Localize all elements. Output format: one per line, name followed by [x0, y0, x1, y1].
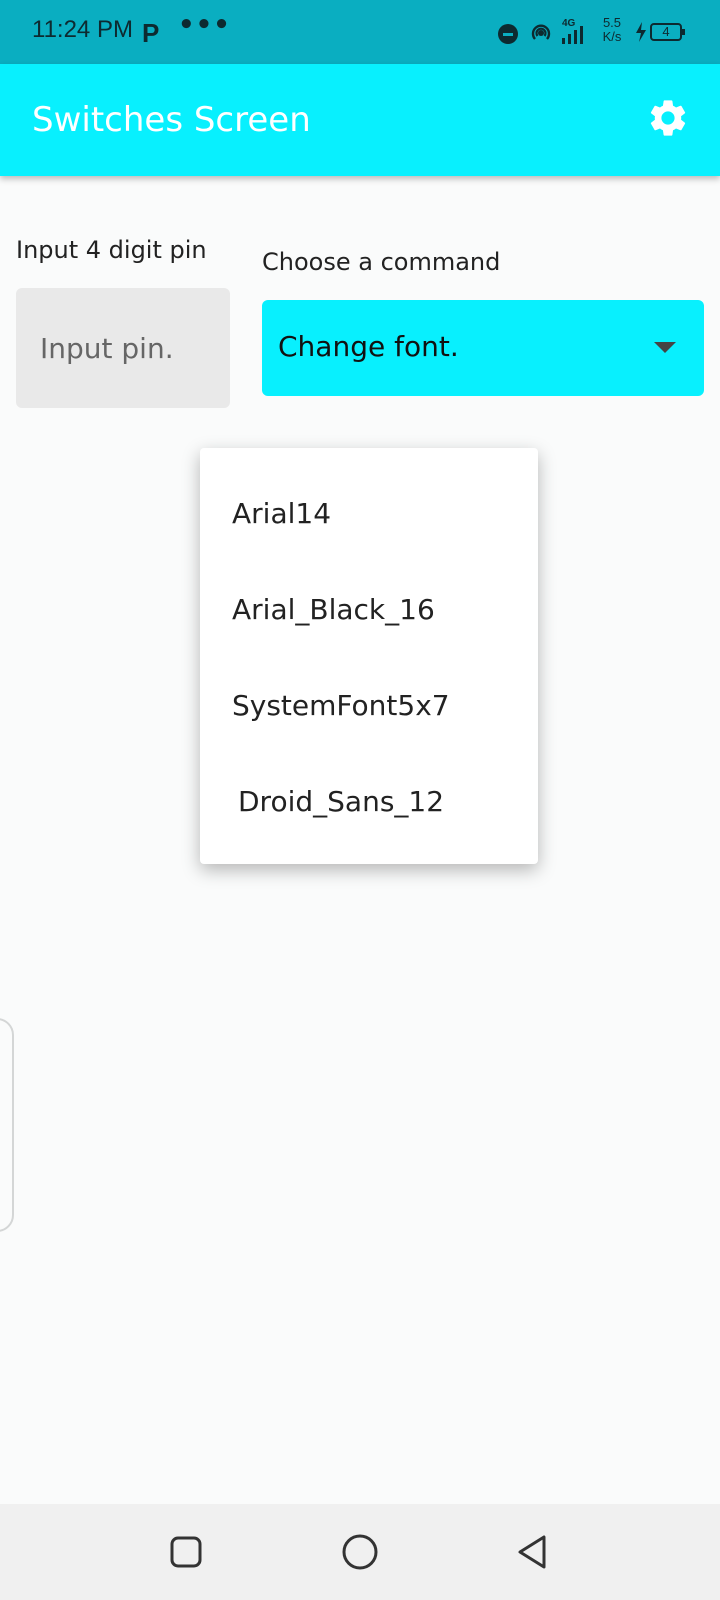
- pin-label: Input 4 digit pin: [16, 236, 207, 264]
- app-bar: Switches Screen: [0, 64, 720, 176]
- network-type-label: 4G: [562, 18, 576, 29]
- signal-4g-icon: 4G: [562, 18, 583, 44]
- menu-item-droid-sans-12[interactable]: Droid_Sans_12: [200, 754, 538, 850]
- command-selected-value: Change font.: [278, 330, 459, 363]
- status-time: 11:24 PM: [32, 16, 133, 43]
- page-title: Switches Screen: [32, 100, 311, 140]
- status-bar: 11:24 PM P ••• 4G 5.5 K/s 4: [0, 0, 720, 64]
- gear-icon[interactable]: [646, 96, 690, 140]
- charging-icon: [636, 22, 646, 42]
- more-notifications-icon: •••: [178, 10, 231, 40]
- hotspot-icon: [531, 24, 551, 40]
- network-speed: 5.5 K/s: [596, 16, 628, 44]
- recents-button[interactable]: [166, 1532, 206, 1572]
- do-not-disturb-icon: [498, 24, 518, 44]
- system-nav-bar: [0, 1504, 720, 1600]
- menu-item-arial-black-16[interactable]: Arial_Black_16: [200, 562, 538, 658]
- menu-item-systemfont5x7[interactable]: SystemFont5x7: [200, 658, 538, 754]
- command-select[interactable]: Change font.: [262, 300, 704, 396]
- home-button[interactable]: [340, 1532, 380, 1572]
- parking-app-icon: P: [142, 18, 160, 48]
- battery-icon: 4: [650, 23, 685, 41]
- back-button[interactable]: [514, 1532, 554, 1572]
- edge-panel-handle[interactable]: [0, 1018, 14, 1232]
- chevron-down-icon: [654, 342, 676, 353]
- menu-item-arial14[interactable]: Arial14: [200, 466, 538, 562]
- network-speed-unit: K/s: [602, 29, 622, 44]
- command-label: Choose a command: [262, 248, 501, 276]
- network-speed-value: 5.5: [602, 15, 622, 30]
- font-dropdown-menu: Arial14 Arial_Black_16 SystemFont5x7 Dro…: [200, 448, 538, 864]
- pin-input[interactable]: [16, 288, 230, 408]
- status-icons: 4G 5.5 K/s 4: [498, 14, 698, 50]
